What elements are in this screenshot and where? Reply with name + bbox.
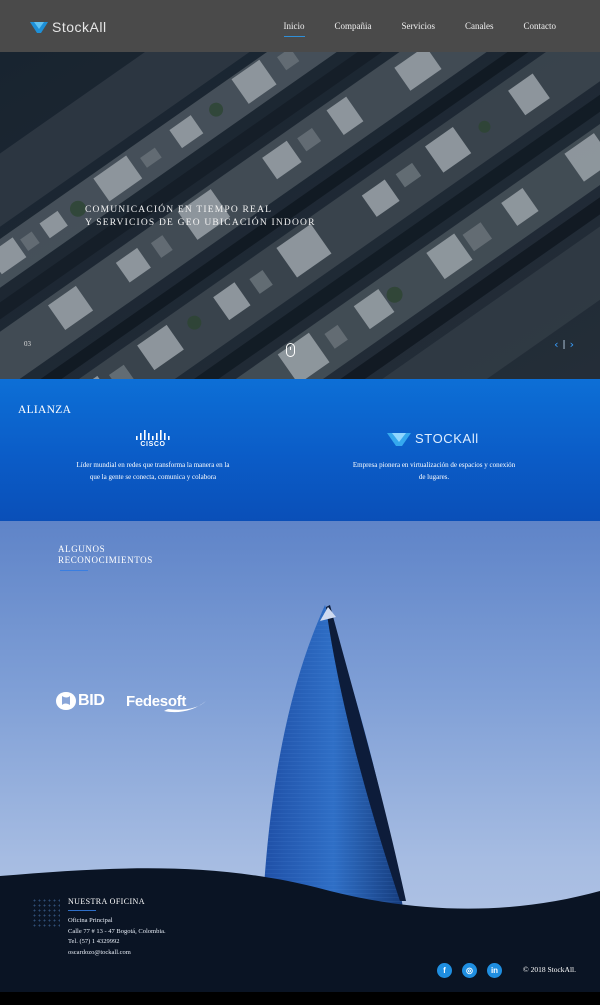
decorative-dots: [32, 898, 60, 928]
reconocimientos-title-line2: RECONOCIMIENTOS: [58, 555, 153, 565]
office-address: Calle 77 # 13 - 47 Bogotá, Colombia.: [68, 927, 166, 935]
nav-inicio[interactable]: Inicio: [283, 21, 305, 37]
office-underline: [68, 910, 96, 911]
nav-servicios[interactable]: Servicios: [402, 21, 436, 31]
slider-controls: ‹ | ›: [552, 338, 576, 351]
alianza-section: ALIANZA CISCO Líder mundial en redes que…: [0, 379, 600, 521]
brand-name: StockAll: [52, 19, 107, 35]
stockall-partner-logo-text: STOCKAll: [415, 431, 479, 446]
bid-logo: BID: [56, 692, 105, 710]
nav-canales[interactable]: Canales: [465, 21, 494, 31]
facebook-icon[interactable]: f: [437, 963, 452, 978]
stockall-logo[interactable]: StockAll: [30, 16, 107, 38]
cisco-description-line1: Líder mundial en redes que transforma la…: [76, 461, 230, 469]
stockall-description-line2: de lugares.: [418, 473, 450, 481]
office-info: Oficina Principal Calle 77 # 13 - 47 Bog…: [68, 916, 166, 958]
arrow-separator: |: [562, 339, 566, 350]
fedesoft-swoosh-icon: [164, 701, 206, 713]
slide-number: 03: [24, 340, 31, 348]
office-email[interactable]: oscardozo@tockall.com: [68, 948, 166, 959]
stockall-description-line1: Empresa pionera en virtualización de esp…: [352, 461, 516, 469]
reconocimientos-title-line1: ALGUNOS: [58, 544, 106, 554]
hero-caption-line1: Comunicación en tiempo real: [85, 205, 273, 215]
cisco-description: Líder mundial en redes que transforma la…: [60, 459, 246, 483]
instagram-icon[interactable]: ◎: [462, 963, 477, 978]
main-nav: Inicio Compañia Servicios Canales Contac…: [254, 0, 557, 52]
reconocimientos-underline: [60, 570, 88, 571]
reconocimientos-title: ALGUNOS RECONOCIMIENTOS: [58, 544, 153, 566]
bid-logo-text: BID: [78, 692, 105, 709]
scroll-down-icon[interactable]: [286, 343, 295, 357]
linkedin-icon[interactable]: in: [487, 963, 502, 978]
cisco-logo-text: CISCO: [140, 441, 166, 448]
bottom-bar: [0, 992, 600, 1005]
copyright-text: © 2018 StockAll.: [523, 965, 576, 974]
top-navbar: StockAll Inicio Compañia Servicios Canal…: [0, 0, 600, 52]
office-name: Oficina Principal: [68, 917, 113, 924]
prev-arrow-icon[interactable]: ‹: [554, 338, 558, 351]
stockall-partner-logo: STOCKAll: [387, 430, 479, 447]
social-links: f ◎ in: [437, 963, 512, 978]
alianza-title: ALIANZA: [18, 404, 72, 416]
nav-compania[interactable]: Compañia: [335, 21, 372, 31]
hero-slider: Comunicación en tiempo real y servicios …: [0, 52, 600, 379]
hero-caption: Comunicación en tiempo real y servicios …: [85, 204, 316, 230]
nav-contacto[interactable]: Contacto: [524, 21, 557, 31]
stockall-description: Empresa pionera en virtualización de esp…: [340, 459, 528, 483]
stockall-diamond-icon: [387, 433, 411, 446]
next-arrow-icon[interactable]: ›: [570, 338, 574, 351]
bid-emblem-icon: [56, 692, 76, 710]
cisco-description-line2: que la gente se conecta, comunica y cola…: [89, 473, 217, 481]
hero-caption-line2: y servicios de geo ubicación indoor: [85, 218, 316, 228]
office-phone: Tel. (57) 1 4329992: [68, 938, 120, 945]
office-title: NUESTRA OFICINA: [68, 897, 145, 906]
stockall-logo-icon: [30, 22, 48, 33]
